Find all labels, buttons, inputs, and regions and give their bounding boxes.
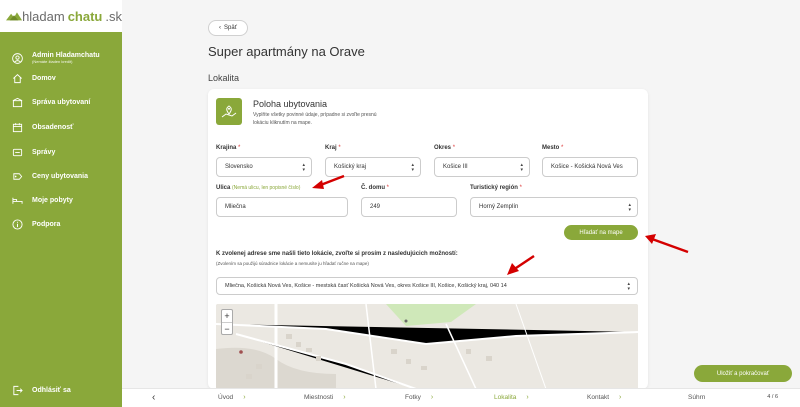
chevron-left-icon: ‹	[219, 25, 222, 31]
step-counter: 4 / 6	[767, 394, 778, 400]
step-fotky[interactable]: Fotky ›	[405, 394, 433, 401]
building-icon	[11, 96, 23, 108]
section-title: Lokalita	[208, 73, 240, 83]
chevron-right-icon: ›	[619, 394, 622, 401]
sidebar-item-domov[interactable]: Domov	[0, 66, 122, 90]
chevron-right-icon: ›	[343, 394, 346, 401]
save-and-continue-button[interactable]: Uložiť a pokračovať	[694, 365, 792, 382]
step-navigation: ‹ Úvod › Miestnosti › Fotky › Lokalita › Kon…	[122, 388, 800, 407]
sidebar-item-spravy[interactable]: Správy	[0, 140, 122, 164]
logout-icon	[11, 384, 23, 396]
sidebar: Admin Hladamchatu (Nemáte žiaden kredit)…	[0, 32, 122, 407]
house-number-label: Č. domu *	[361, 185, 390, 191]
card-description: Vyplňte všetky povinné údaje, prípadne s…	[253, 112, 377, 126]
found-locations-title: K zvolenej adrese sme našli tieto lokáci…	[216, 251, 458, 257]
location-card: Poloha ubytovania Vyplňte všetky povinné…	[208, 89, 648, 389]
step-kontakt[interactable]: Kontakt ›	[587, 394, 621, 401]
card-title: Poloha ubytovania	[253, 99, 328, 109]
country-label: Krajina *	[216, 145, 241, 151]
price-icon	[11, 170, 23, 182]
bed-icon	[11, 194, 23, 206]
select-arrows-icon: ▴ ▾	[411, 162, 414, 173]
search-on-map-button[interactable]: Hľadať na mape	[564, 225, 638, 240]
map-zoom-control: + −	[221, 309, 233, 335]
region-select[interactable]: Košický kraj ▴ ▾	[325, 157, 421, 177]
chevron-right-icon: ›	[243, 394, 246, 401]
select-arrows-icon: ▴ ▾	[520, 162, 523, 173]
map[interactable]: + −	[216, 304, 638, 389]
map-location-icon	[216, 98, 242, 125]
mountain-logo-icon	[6, 12, 23, 21]
step-uvod[interactable]: Úvod ›	[218, 394, 246, 401]
region-label: Kraj *	[325, 145, 341, 151]
message-icon	[11, 146, 23, 158]
found-locations-subtitle: (Zvolením sa použijú súradnice lokácie a…	[216, 261, 369, 266]
sidebar-item-sprava-ubytovani[interactable]: Správa ubytovaní	[0, 90, 122, 114]
city-select[interactable]: Košice - Košická Nová Ves	[542, 157, 638, 177]
sidebar-item-podpora[interactable]: Podpora	[0, 212, 122, 236]
back-button[interactable]: ‹ Späť	[208, 20, 248, 36]
sidebar-item-obsadenost[interactable]: Obsadenosť	[0, 115, 122, 139]
house-number-input[interactable]: 249	[361, 197, 457, 217]
map-tiles	[216, 304, 638, 389]
calendar-icon	[11, 121, 23, 133]
logo-area[interactable]: hladam chatu .sk	[0, 0, 122, 32]
city-label: Mesto *	[542, 145, 564, 151]
page-title: Super apartmány na Orave	[208, 44, 365, 59]
info-icon	[11, 218, 23, 230]
main-content: ‹ Späť Super apartmány na Orave Lokalita…	[122, 0, 800, 389]
zoom-in-button[interactable]: +	[222, 310, 232, 322]
select-arrows-icon: ▴ ▾	[628, 202, 631, 213]
district-label: Okres *	[434, 145, 456, 151]
select-arrows-icon: ▴ ▾	[302, 162, 305, 173]
address-select[interactable]: Mliečna, Košická Nová Ves, Košice - mest…	[216, 277, 638, 295]
tourist-region-label: Turistický región *	[470, 185, 522, 191]
select-arrows-icon: ▴ ▾	[627, 281, 630, 292]
chevron-right-icon: ›	[430, 394, 434, 401]
tourist-region-select[interactable]: Horný Zemplín ▴ ▾	[470, 197, 638, 217]
home-icon	[11, 72, 23, 84]
country-select[interactable]: Slovensko ▴ ▾	[216, 157, 312, 177]
previous-step-button[interactable]: ‹	[152, 392, 155, 403]
logout-button[interactable]: Odhlásiť sa	[0, 378, 122, 402]
logo-text: hladam chatu .sk	[22, 8, 122, 24]
street-input[interactable]: Mliečna	[216, 197, 348, 217]
user-credit: (Nemáte žiaden kredit)	[32, 59, 73, 64]
chevron-right-icon: ›	[526, 394, 529, 401]
step-miestnosti[interactable]: Miestnosti ›	[304, 394, 346, 401]
district-select[interactable]: Košice III ▴ ▾	[434, 157, 530, 177]
street-label: Ulica (Nemá ulicu, len popisné číslo)	[216, 185, 301, 191]
sidebar-item-ceny-ubytovania[interactable]: Ceny ubytovania	[0, 164, 122, 188]
user-name: Admin Hladamchatu	[32, 52, 100, 59]
sidebar-item-moje-pobyty[interactable]: Moje pobyty	[0, 188, 122, 212]
step-lokalita[interactable]: Lokalita ›	[494, 394, 529, 401]
zoom-out-button[interactable]: −	[222, 322, 232, 334]
user-icon	[11, 52, 23, 64]
step-suhrn[interactable]: Súhrn	[688, 394, 705, 401]
